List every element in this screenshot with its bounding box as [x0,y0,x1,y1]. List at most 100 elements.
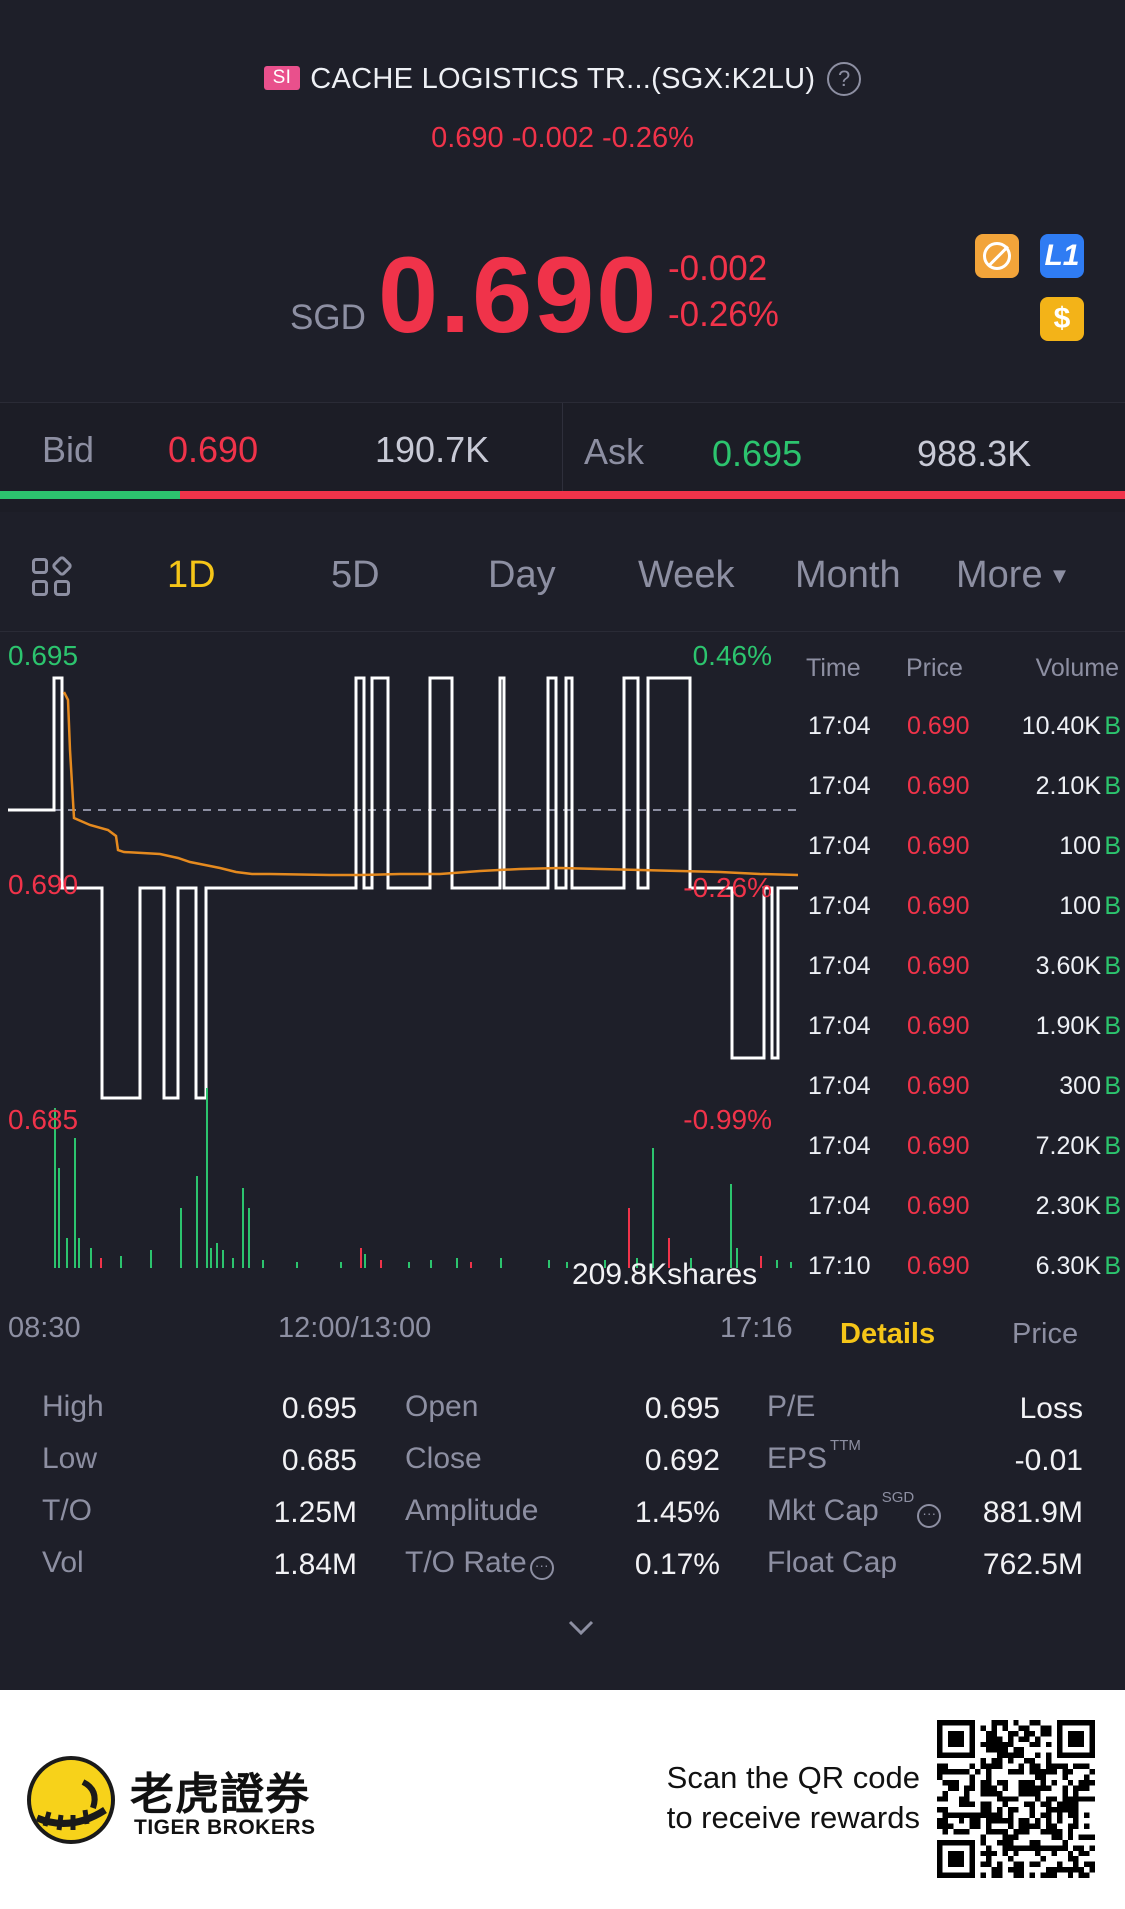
chevron-down-icon[interactable] [566,1612,596,1642]
tick-time: 17:04 [808,712,871,740]
layout-grid-icon[interactable] [32,554,74,600]
divider [562,403,563,491]
table-row: 17:10 0.690 6.30K B [800,1252,1125,1312]
tick-side: B [1104,952,1121,980]
stat-value-turnover: 1.25M [273,1496,357,1529]
tick-volume: 3.60K [1035,952,1101,980]
currency-label: SGD [290,298,366,337]
brand-name-en: TIGER BROKERS [134,1816,316,1839]
chart-period-tabs: 1D 5D Day Week Month More ▼ [0,528,1125,632]
tick-side: B [1104,1252,1121,1280]
volume-bar [216,1243,218,1268]
tab-week[interactable]: Week [638,554,734,597]
tick-volume: 100 [1059,832,1101,860]
tab-price[interactable]: Price [1012,1318,1078,1351]
dollar-icon[interactable]: $ [1040,297,1084,341]
volume-bar [760,1256,762,1268]
tab-1d[interactable]: 1D [167,554,216,597]
stat-label-eps: EPS TTM [767,1437,861,1476]
tick-time: 17:04 [808,832,871,860]
question-circle-icon[interactable]: ? [827,62,862,96]
stat-label-high: High [42,1390,104,1423]
stat-value-floatcap: 762.5M [982,1548,1083,1581]
tab-details[interactable]: Details [840,1318,935,1351]
eps-label: EPS [767,1442,828,1475]
tick-price: 0.690 [907,772,970,800]
intraday-chart[interactable]: 0.695 0.690 0.685 0.46% -0.26% -0.99% 20… [0,640,800,1344]
tick-time: 17:04 [808,772,871,800]
volume-bars [54,1088,792,1268]
tick-price: 0.690 [907,712,970,740]
stat-label-volume: Vol [42,1546,84,1579]
table-row: 17:04 0.690 1.90K B [800,1012,1125,1072]
price-line [8,676,798,1100]
volume-bar [790,1262,792,1268]
bid-ratio-fill [0,491,180,499]
tick-time: 17:04 [808,952,871,980]
col-header-price: Price [906,654,963,682]
stat-value-low: 0.685 [281,1444,357,1477]
pct-axis-mid-label: -0.26% [683,872,772,903]
volume-bar [90,1248,92,1268]
change-value: -0.002 [668,249,768,288]
stock-name: CACHE LOGISTICS TR...(SGX:K2LU) [310,63,816,95]
volume-bar [470,1262,472,1268]
tick-time: 17:04 [808,1132,871,1160]
tick-volume: 7.20K [1035,1132,1101,1160]
table-row: 17:04 0.690 300 B [800,1072,1125,1132]
chart-canvas [8,676,799,1268]
table-row: 17:04 0.690 2.10K B [800,772,1125,832]
tick-time: 17:04 [808,892,871,920]
x-axis-close-label: 17:16 [720,1312,793,1344]
y-axis-close-label: 0.690 [8,869,79,900]
table-row: 17:04 0.690 2.30K B [800,1192,1125,1252]
stat-value-amplitude: 1.45% [634,1496,720,1529]
change-percent: -0.26% [668,295,779,334]
tab-5d[interactable]: 5D [331,554,380,597]
volume-bar [222,1250,224,1268]
ask-size: 988.3K [917,433,1032,474]
stat-value-pe: Loss [1019,1392,1083,1425]
volume-bar [408,1262,410,1268]
tick-price: 0.690 [907,1132,970,1160]
volume-bar [180,1208,182,1268]
bid-size: 190.7K [375,429,490,470]
tab-day[interactable]: Day [488,554,556,597]
volume-bar [120,1256,122,1268]
ask-price: 0.695 [712,433,803,474]
volume-bar [296,1262,298,1268]
volume-bar [456,1258,458,1268]
info-dots-icon[interactable]: ··· [917,1504,942,1528]
bid-ask-panel[interactable]: Bid 0.690 190.7K Ask 0.695 988.3K [0,402,1125,512]
turnover-rate-label: T/O Rate [405,1546,527,1579]
scan-text-line1: Scan the QR code [666,1760,920,1795]
volume-bar [210,1248,212,1268]
info-dots-icon[interactable]: ··· [529,1556,554,1580]
table-row: 17:04 0.690 7.20K B [800,1132,1125,1192]
tick-price: 0.690 [907,1072,970,1100]
scan-text-line2: to receive rewards [666,1800,920,1835]
tab-more-label: More [956,554,1043,596]
stat-label-close: Close [405,1442,482,1475]
volume-bar [100,1258,102,1268]
table-row: 17:04 0.690 100 B [800,892,1125,952]
volume-label: 209.8Kshares [572,1258,758,1291]
level1-icon[interactable]: L1 [1040,234,1084,278]
tick-price: 0.690 [907,1252,970,1280]
volume-bar [262,1260,264,1268]
tick-volume: 6.30K [1035,1252,1101,1280]
stat-label-open: Open [405,1390,479,1423]
volume-bar [66,1238,68,1268]
stats-grid: High 0.695 Low 0.685 T/O 1.25M Vol 1.84M… [0,1390,1125,1650]
hk-connect-icon[interactable] [975,234,1019,278]
volume-bar [360,1248,362,1268]
last-price: 0.690 [378,234,659,355]
stat-value-high: 0.695 [281,1392,357,1425]
volume-bar [58,1168,60,1268]
bid-price: 0.690 [168,429,259,470]
tab-more[interactable]: More ▼ [956,554,1070,597]
promo-footer: 老虎證券 TIGER BROKERS Scan the QR code to r… [0,1690,1125,1909]
stat-value-close: 0.692 [644,1444,720,1477]
pct-axis-low-label: -0.99% [683,1104,772,1135]
tab-month[interactable]: Month [795,554,901,597]
